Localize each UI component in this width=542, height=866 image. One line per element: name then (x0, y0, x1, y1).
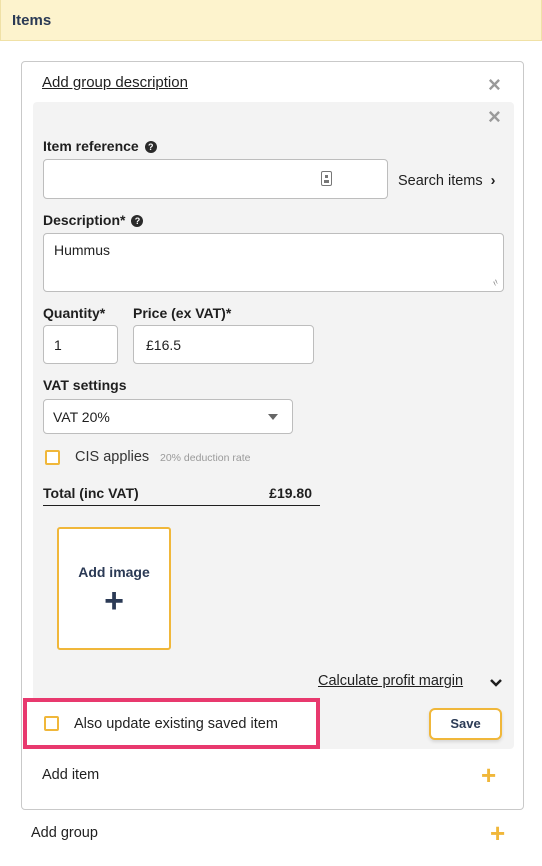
section-title: Items (12, 12, 52, 29)
item-card: × Item reference? Search items › Descrip… (33, 102, 514, 749)
add-group-description-link[interactable]: Add group description (42, 74, 188, 91)
quantity-label: Quantity* (43, 305, 106, 321)
add-group-button[interactable]: Add group (31, 825, 98, 841)
barcode-icon[interactable] (321, 171, 332, 186)
description-textarea[interactable]: Hummus 〃 (43, 233, 504, 292)
update-saved-item-label: Also update existing saved item (74, 716, 278, 732)
plus-icon[interactable]: + (481, 762, 496, 788)
total-label: Total (inc VAT) (43, 485, 139, 501)
vat-settings-label: VAT settings (43, 377, 127, 393)
chevron-right-icon: › (490, 173, 496, 189)
close-icon[interactable]: × (488, 74, 501, 96)
cis-applies-label: CIS applies (75, 449, 150, 465)
add-item-button[interactable]: Add item (42, 767, 99, 783)
total-value: £19.80 (269, 485, 312, 501)
help-icon[interactable]: ? (131, 215, 144, 227)
cis-applies-checkbox[interactable] (45, 450, 60, 465)
add-image-label: Add image (78, 564, 150, 580)
total-row: Total (inc VAT) £19.80 (43, 485, 320, 506)
item-reference-input[interactable] (43, 159, 388, 199)
items-section-header: Items (0, 0, 542, 41)
price-label: Price (ex VAT)* (133, 305, 232, 321)
caret-down-icon (268, 414, 278, 420)
description-label: Description*? (43, 212, 144, 228)
update-saved-item-checkbox[interactable] (44, 716, 59, 731)
vat-select[interactable]: VAT 20% (43, 399, 293, 434)
quantity-input[interactable]: 1 (43, 325, 118, 364)
close-icon[interactable]: × (488, 106, 501, 128)
plus-icon: + (104, 582, 124, 620)
help-icon[interactable]: ? (144, 141, 157, 153)
cis-deduction-note: 20% deduction rate (160, 452, 251, 464)
plus-icon[interactable]: + (490, 820, 505, 846)
save-button[interactable]: Save (429, 708, 502, 740)
resize-handle-icon[interactable]: 〃 (488, 275, 504, 291)
add-image-button[interactable]: Add image + (57, 527, 171, 650)
item-reference-label: Item reference? (43, 138, 157, 154)
calculate-profit-margin-link[interactable]: Calculate profit margin (318, 673, 463, 689)
search-items-link[interactable]: Search items › (398, 173, 496, 189)
price-input[interactable]: £16.5 (133, 325, 314, 364)
chevron-down-icon[interactable] (489, 675, 503, 691)
